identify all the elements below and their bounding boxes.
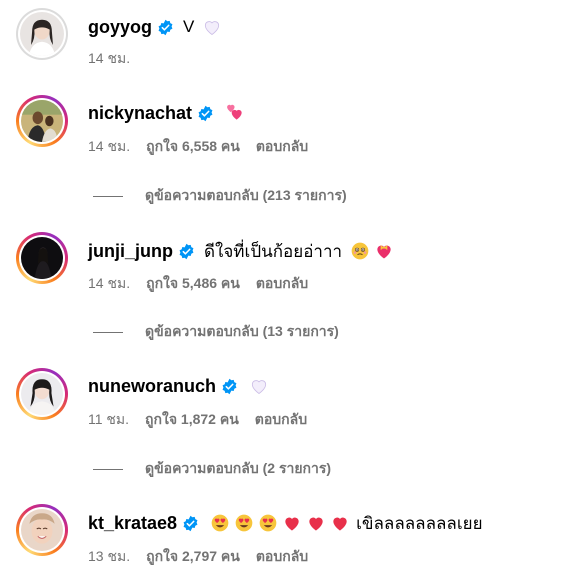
likes-count[interactable]: ถูกใจ 6,558 คน: [146, 136, 240, 158]
avatar[interactable]: [16, 504, 68, 556]
avatar[interactable]: [16, 232, 68, 284]
comment-time: 13 ชม.: [88, 548, 131, 564]
likes-count[interactable]: ถูกใจ 5,486 คน: [146, 273, 240, 295]
likes-count[interactable]: ถูกใจ 1,872 คน: [145, 409, 239, 431]
avatar[interactable]: [16, 8, 68, 60]
reply-button[interactable]: ตอบกลับ: [255, 409, 307, 431]
comment-body: V: [183, 17, 195, 36]
comment-text: [245, 376, 273, 396]
heart-eyes-icon: [210, 513, 230, 533]
view-replies-label: ดูข้อความตอบกลับ (2 รายการ): [145, 460, 332, 476]
comment-text: เขิลลลลลลลลเยย: [206, 510, 483, 537]
reply-button[interactable]: ตอบกลับ: [256, 273, 308, 295]
replies-divider: [93, 468, 123, 470]
view-replies-label: ดูข้อความตอบกลับ (13 รายการ): [145, 323, 339, 339]
comment-username[interactable]: goyyog: [88, 17, 152, 38]
two-hearts-icon: [225, 103, 245, 123]
verified-badge-icon: [178, 243, 195, 260]
avatar-photo: [21, 373, 63, 415]
view-replies-label: ดูข้อความตอบกลับ (213 รายการ): [145, 187, 347, 203]
red-heart-icon: [330, 513, 350, 533]
avatar[interactable]: [16, 95, 68, 147]
replies-divider: [93, 195, 123, 197]
red-heart-icon: [306, 513, 326, 533]
verified-badge-icon: [182, 515, 199, 532]
comment-username[interactable]: nickynachat: [88, 103, 192, 124]
comment-text: ดีใจที่เป็นก้อยอ่าาา: [202, 238, 398, 265]
reply-button[interactable]: ตอบกลับ: [256, 136, 308, 158]
comment-text: [221, 103, 249, 123]
view-replies-button[interactable]: ดูข้อความตอบกลับ (2 รายการ): [93, 459, 331, 479]
comment-body: เขิลลลลลลลลเยย: [356, 513, 483, 533]
white-heart-icon: [202, 17, 222, 37]
white-heart-icon: [249, 376, 269, 396]
comment-time: 11 ชม.: [88, 411, 130, 427]
comment-text: V: [181, 17, 226, 37]
comment-time: 14 ชม.: [88, 50, 131, 66]
replies-divider: [93, 331, 123, 333]
face-holding-back-tears-icon: [350, 241, 370, 261]
avatar-photo: [21, 509, 63, 551]
avatar-photo: [21, 100, 63, 142]
comment-username[interactable]: kt_kratae8: [88, 513, 177, 534]
comment-time: 14 ชม.: [88, 138, 131, 154]
avatar-photo: [21, 237, 63, 279]
avatar-photo: [20, 12, 64, 56]
heart-eyes-icon: [258, 513, 278, 533]
heart-with-ribbon-icon: [374, 241, 394, 261]
view-replies-button[interactable]: ดูข้อความตอบกลับ (13 รายการ): [93, 322, 339, 342]
comment-username[interactable]: junji_junp: [88, 241, 173, 262]
verified-badge-icon: [197, 105, 214, 122]
avatar[interactable]: [16, 368, 68, 420]
likes-count[interactable]: ถูกใจ 2,797 คน: [146, 546, 240, 568]
reply-button[interactable]: ตอบกลับ: [256, 546, 308, 568]
comment-time: 14 ชม.: [88, 275, 131, 291]
heart-eyes-icon: [234, 513, 254, 533]
verified-badge-icon: [221, 378, 238, 395]
comment-body: ดีใจที่เป็นก้อยอ่าาา: [204, 241, 343, 261]
view-replies-button[interactable]: ดูข้อความตอบกลับ (213 รายการ): [93, 186, 347, 206]
red-heart-icon: [282, 513, 302, 533]
verified-badge-icon: [157, 19, 174, 36]
comment-username[interactable]: nuneworanuch: [88, 376, 216, 397]
